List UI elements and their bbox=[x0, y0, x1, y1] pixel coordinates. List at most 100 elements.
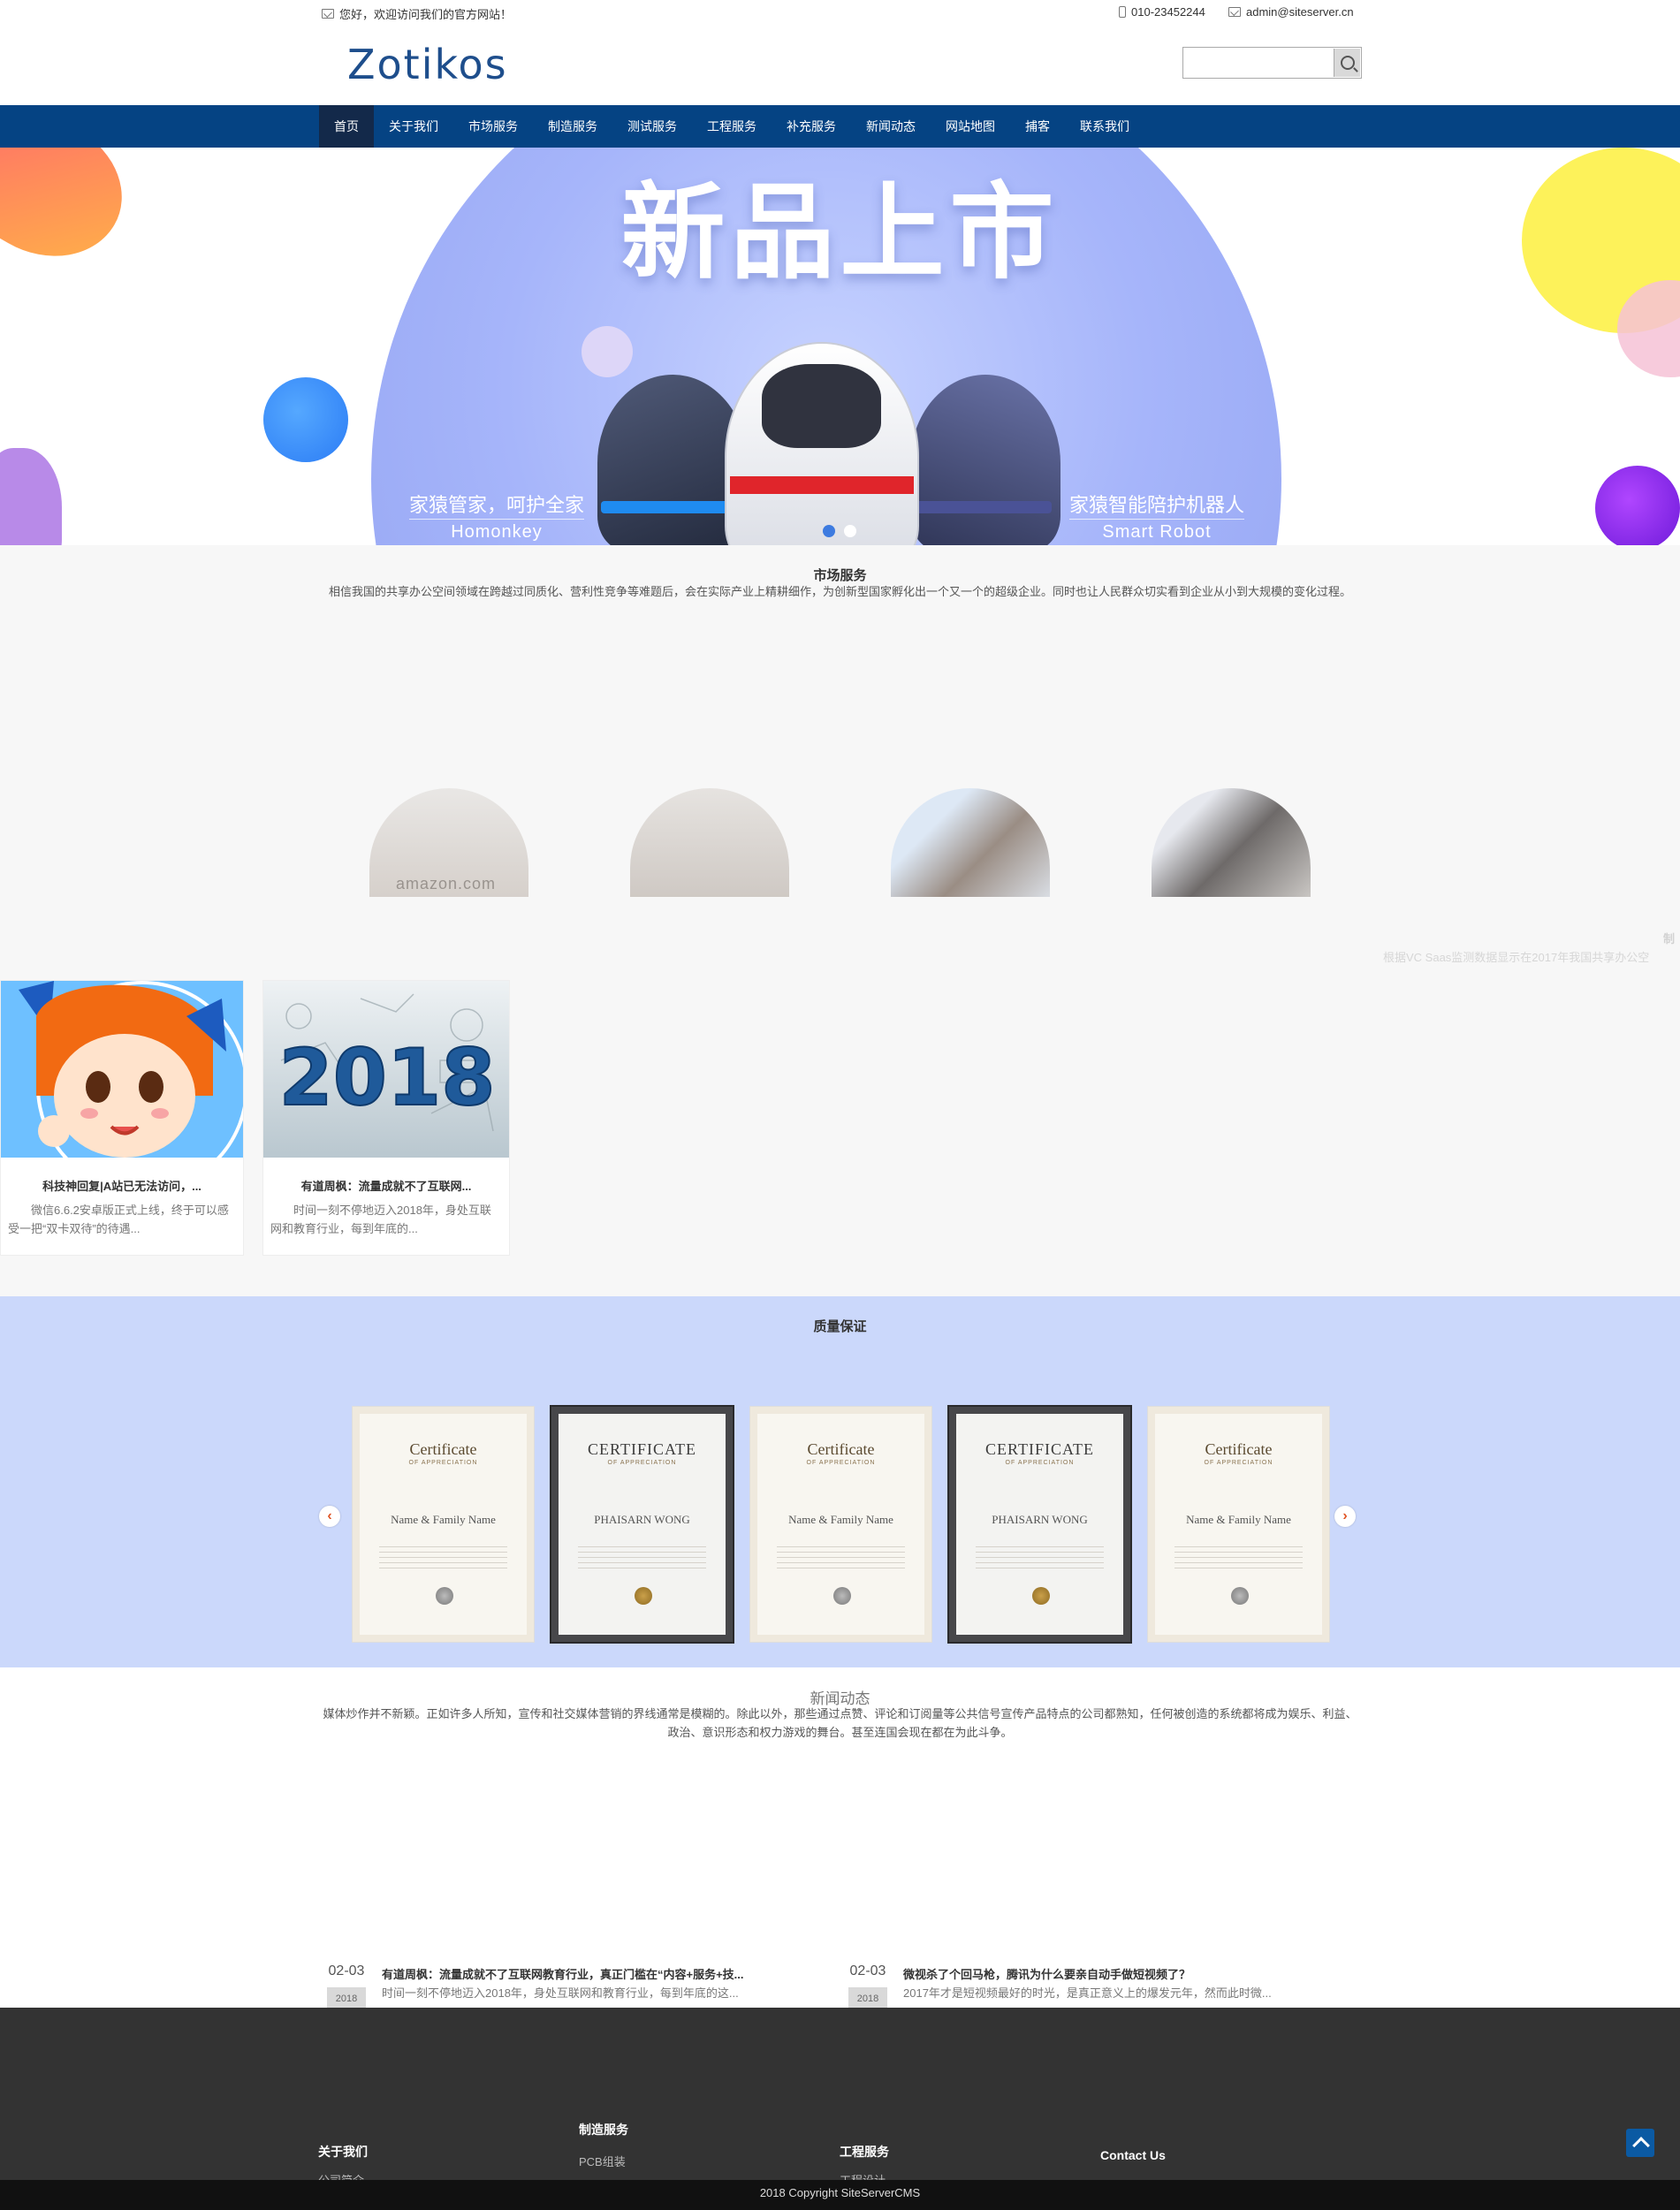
search-icon bbox=[1340, 56, 1355, 70]
welcome-message: 您好，欢迎访问我们的官方网站！ bbox=[322, 5, 512, 22]
phone-icon bbox=[1119, 6, 1126, 18]
phone-number: 010-23452244 bbox=[1131, 5, 1205, 19]
contact-email[interactable]: admin@siteserver.cn bbox=[1228, 5, 1354, 19]
nav-item-home[interactable]: 首页 bbox=[319, 105, 374, 148]
news-list-item[interactable]: 02-03 2018 有道周枫：流量成就不了互联网教育行业，真正门槛在“内容+服… bbox=[327, 1963, 822, 2008]
nav-item-about[interactable]: 关于我们 bbox=[374, 105, 453, 148]
footer-heading-contact[interactable]: Contact Us bbox=[1100, 2148, 1166, 2162]
nav-item-contact[interactable]: 联系我们 bbox=[1065, 105, 1144, 148]
envelope-icon bbox=[322, 9, 334, 19]
footer-heading-manufacturing[interactable]: 制造服务 bbox=[579, 2121, 628, 2138]
certificate-text-lines bbox=[976, 1546, 1104, 1573]
certificate-text-lines bbox=[578, 1546, 706, 1573]
caption-left-cn: 家猿管家，呵护全家 bbox=[409, 494, 585, 516]
slide-ghost-description: 根据VC Saas监测数据显示在2017年我国共享办公空 bbox=[1383, 951, 1650, 964]
certificate-heading: CERTIFICATE bbox=[985, 1440, 1094, 1458]
article-thumbnail[interactable] bbox=[1, 981, 243, 1158]
caption-left-en: Homonkey bbox=[409, 519, 585, 543]
footer-link[interactable]: PCB组装 bbox=[579, 2153, 626, 2169]
market-description: 相信我国的共享办公空间领域在跨越过同质化、营利性竞争等难题后，会在实际产业上精耕… bbox=[328, 585, 1351, 598]
article-card[interactable]: 科技神回复|A站已无法访问，... 微信6.6.2安卓版正式上线，终于可以感受一… bbox=[0, 980, 244, 1256]
nav-item-market[interactable]: 市场服务 bbox=[453, 105, 533, 148]
certificate-image[interactable]: Certificate OF APPRECIATION Name & Famil… bbox=[1148, 1407, 1329, 1642]
banner-caption-right: 家猿智能陪护机器人 Smart Robot bbox=[1069, 494, 1245, 543]
certificate-image[interactable]: Certificate OF APPRECIATION Name & Famil… bbox=[353, 1407, 534, 1642]
robot-red-band bbox=[730, 476, 914, 494]
news-date: 02-03 bbox=[328, 1963, 365, 1978]
certificate-image[interactable]: CERTIFICATE OF APPRECIATION PHAISARN WON… bbox=[947, 1405, 1132, 1644]
nav-item-testing[interactable]: 测试服务 bbox=[612, 105, 692, 148]
slide-ghost-title: 制 bbox=[1663, 932, 1676, 946]
quality-title: 质量保证 bbox=[813, 1319, 867, 1334]
news-headline[interactable]: 有道周枫：流量成就不了互联网教育行业，真正门槛在“内容+服务+技... bbox=[382, 1965, 744, 1982]
certificate-text-lines bbox=[1174, 1546, 1303, 1573]
decor-blob-lilac bbox=[0, 448, 62, 545]
chevron-left-icon: ‹ bbox=[327, 1508, 332, 1523]
article-card[interactable]: 2018 有道周枫：流量成就不了互联网... 时间一刻不停地迈入2018年，身处… bbox=[262, 980, 510, 1256]
certificate-name: PHAISARN WONG bbox=[992, 1513, 1088, 1526]
chevron-right-icon: › bbox=[1342, 1508, 1348, 1523]
email-address[interactable]: admin@siteserver.cn bbox=[1246, 5, 1354, 19]
footer-heading-about[interactable]: 关于我们 bbox=[318, 2143, 368, 2161]
carousel-prev-button[interactable]: ‹ bbox=[319, 1506, 340, 1527]
certificate-text-lines bbox=[379, 1546, 507, 1573]
main-nav: 首页 关于我们 市场服务 制造服务 测试服务 工程服务 补充服务 新闻动态 网站… bbox=[319, 105, 1144, 148]
nav-item-news[interactable]: 新闻动态 bbox=[851, 105, 931, 148]
back-to-top-button[interactable] bbox=[1626, 2129, 1654, 2157]
article-excerpt: 微信6.6.2安卓版正式上线，终于可以感受一把“双卡双待”的待遇... bbox=[8, 1204, 229, 1235]
robot-image-right bbox=[910, 375, 1060, 545]
news-year: 2018 bbox=[848, 1987, 887, 2008]
certificate-name: Name & Family Name bbox=[1186, 1513, 1291, 1526]
welcome-text: 您好，欢迎访问我们的官方网站！ bbox=[339, 8, 513, 21]
robot-light-left bbox=[601, 501, 742, 513]
nav-item-supplementary[interactable]: 补充服务 bbox=[772, 105, 851, 148]
certificate-seal-icon bbox=[833, 1587, 851, 1605]
copyright: 2018 Copyright SiteServerCMS bbox=[0, 2180, 1680, 2210]
article-title[interactable]: 科技神回复|A站已无法访问，... bbox=[1, 1177, 243, 1194]
slider-dot-2[interactable] bbox=[844, 525, 856, 537]
certificate-name: Name & Family Name bbox=[788, 1513, 893, 1526]
article-excerpt: 时间一刻不停地迈入2018年，身处互联网和教育行业，每到年底的... bbox=[270, 1204, 491, 1235]
certificate-seal-icon bbox=[1032, 1587, 1050, 1605]
news-list-item[interactable]: 02-03 2018 微视杀了个回马枪，腾讯为什么要亲自动手做短视频了？ 201… bbox=[848, 1963, 1343, 2008]
certificate-subheading: OF APPRECIATION bbox=[806, 1460, 876, 1466]
market-title: 市场服务 bbox=[813, 568, 867, 583]
robot-light-right bbox=[910, 501, 1052, 513]
image-watermark: amazon.com bbox=[396, 875, 497, 892]
certificate-name: PHAISARN WONG bbox=[594, 1513, 690, 1526]
footer-heading-engineering[interactable]: 工程服务 bbox=[840, 2143, 889, 2161]
anime-girl-illustration bbox=[19, 981, 243, 1158]
slider-dot-1[interactable] bbox=[823, 525, 835, 537]
email-icon bbox=[1228, 7, 1241, 17]
nav-item-manufacturing[interactable]: 制造服务 bbox=[533, 105, 612, 148]
nav-item-sitemap[interactable]: 网站地图 bbox=[931, 105, 1010, 148]
decor-bubble bbox=[582, 326, 633, 377]
caption-right-cn: 家猿智能陪护机器人 bbox=[1069, 494, 1245, 516]
carousel-next-button[interactable]: › bbox=[1334, 1506, 1356, 1527]
search-input[interactable] bbox=[1184, 49, 1333, 77]
news-summary: 2017年才是短视频最好的时光，是真正意义上的爆发元年，然而此时微... bbox=[903, 1986, 1272, 2000]
certificate-heading: Certificate bbox=[409, 1440, 477, 1458]
certificate-subheading: OF APPRECIATION bbox=[408, 1460, 478, 1466]
certificate-subheading: OF APPRECIATION bbox=[1005, 1460, 1075, 1466]
nav-item-engineering[interactable]: 工程服务 bbox=[692, 105, 772, 148]
article-thumbnail[interactable]: 2018 bbox=[263, 981, 509, 1158]
news-date: 02-03 bbox=[849, 1963, 886, 1978]
decor-ball-purple bbox=[1595, 466, 1680, 545]
search-button[interactable] bbox=[1334, 49, 1360, 77]
certificate-seal-icon bbox=[1231, 1587, 1249, 1605]
article-title[interactable]: 有道周枫：流量成就不了互联网... bbox=[263, 1177, 509, 1194]
hero-banner[interactable]: 新品上市 家猿管家，呵护全家 Homonkey 家猿智能陪护机器人 Smart … bbox=[0, 148, 1680, 545]
site-logo[interactable]: Zotikos bbox=[347, 41, 508, 88]
certificate-image[interactable]: CERTIFICATE OF APPRECIATION PHAISARN WON… bbox=[550, 1405, 734, 1644]
news-headline[interactable]: 微视杀了个回马枪，腾讯为什么要亲自动手做短视频了？ bbox=[903, 1965, 1190, 1982]
certificate-image[interactable]: Certificate OF APPRECIATION Name & Famil… bbox=[750, 1407, 931, 1642]
banner-caption-left: 家猿管家，呵护全家 Homonkey bbox=[409, 494, 585, 543]
news-description: 媒体炒作并不新颖。正如许多人所知，宣传和社交媒体营销的界线通常是模糊的。除此以外… bbox=[323, 1707, 1357, 1739]
certificate-name: Name & Family Name bbox=[391, 1513, 496, 1526]
robot-visor bbox=[762, 364, 881, 448]
news-summary: 时间一刻不停地迈入2018年，身处互联网和教育行业，每到年底的这... bbox=[382, 1986, 739, 2000]
nav-item-blog[interactable]: 捕客 bbox=[1010, 105, 1065, 148]
certificate-subheading: OF APPRECIATION bbox=[607, 1460, 677, 1466]
certificate-heading: Certificate bbox=[807, 1440, 875, 1458]
